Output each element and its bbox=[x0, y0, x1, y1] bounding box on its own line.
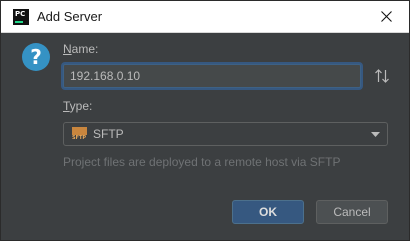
sftp-icon-box bbox=[72, 127, 87, 135]
chevron-down-icon bbox=[371, 132, 380, 137]
name-field[interactable] bbox=[63, 64, 361, 88]
swap-icon[interactable] bbox=[374, 68, 390, 88]
ok-button[interactable]: OK bbox=[232, 200, 304, 224]
question-icon: ? bbox=[22, 43, 50, 71]
close-button[interactable] bbox=[365, 1, 409, 32]
app-icon-text: PC bbox=[15, 10, 26, 18]
window-title: Add Server bbox=[37, 9, 103, 24]
sftp-icon: SFTP bbox=[72, 127, 88, 141]
add-server-dialog: PC Add Server ? Name: Type: SFTP SFTP bbox=[0, 0, 410, 241]
close-icon bbox=[381, 11, 392, 22]
app-icon-stripe bbox=[15, 21, 23, 23]
type-selected-value: SFTP bbox=[93, 127, 124, 141]
type-label: Type: bbox=[63, 99, 93, 113]
pycharm-icon: PC bbox=[13, 9, 29, 25]
cancel-button[interactable]: Cancel bbox=[316, 200, 388, 224]
sftp-icon-tag: SFTP bbox=[72, 135, 87, 141]
type-select[interactable]: SFTP SFTP bbox=[63, 122, 388, 146]
title-bar: PC Add Server bbox=[1, 1, 409, 33]
name-label: Name: bbox=[63, 42, 99, 56]
type-hint: Project files are deployed to a remote h… bbox=[63, 155, 341, 169]
